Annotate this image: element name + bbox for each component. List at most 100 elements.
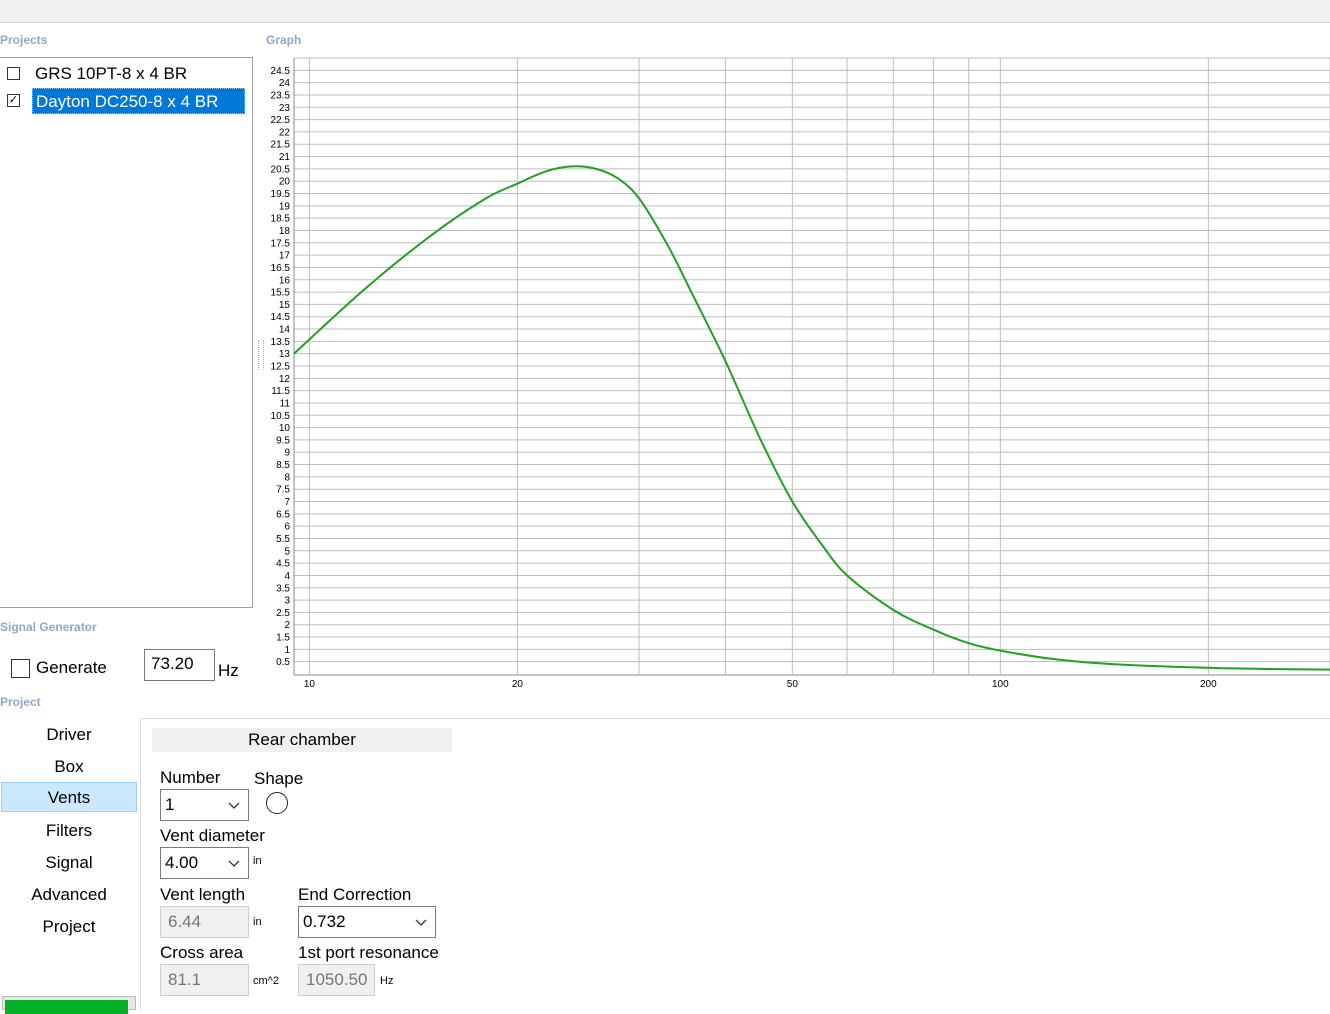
panel-divider: [140, 718, 1330, 719]
y-tick-label: 24: [279, 78, 291, 89]
y-tick-label: 5.5: [276, 534, 290, 545]
end-correction-value: 0.732: [303, 912, 346, 931]
y-tick-label: 12: [279, 374, 291, 385]
y-tick-label: 23: [279, 103, 291, 114]
y-tick-label: 4.5: [276, 559, 290, 570]
generate-label: Generate: [36, 658, 107, 677]
y-tick-label: 10.5: [271, 411, 291, 422]
generate-checkbox[interactable]: [11, 659, 30, 678]
nav-item-box[interactable]: Box: [1, 752, 137, 782]
y-tick-label: 2: [284, 620, 290, 631]
chevron-down-icon: [415, 919, 427, 926]
panel-divider: [140, 718, 141, 1010]
y-tick-label: 8: [284, 472, 290, 483]
y-tick-label: 11.5: [271, 386, 290, 397]
y-tick-label: 0.5: [276, 657, 290, 668]
vent-length-value: 6.44: [160, 906, 249, 938]
y-tick-label: 15.5: [271, 288, 291, 299]
y-tick-label: 6: [284, 522, 290, 533]
y-tick-label: 8.5: [276, 460, 290, 471]
project-item[interactable]: GRS 10PT-8 x 4 BR: [0, 61, 252, 87]
y-tick-label: 16: [279, 275, 291, 286]
vent-diameter-label: Vent diameter: [160, 826, 265, 845]
y-tick-label: 6.5: [276, 509, 290, 520]
y-tick-label: 10: [279, 423, 291, 434]
y-tick-label: 17.5: [271, 238, 291, 249]
shape-label: Shape: [254, 769, 304, 788]
y-tick-label: 1.5: [276, 633, 290, 644]
y-tick-label: 20: [279, 177, 291, 188]
project-checkbox[interactable]: [7, 67, 20, 80]
progress-bar: [2, 996, 136, 1014]
y-tick-label: 11: [280, 398, 291, 409]
y-tick-label: 13.5: [271, 337, 291, 348]
y-tick-label: 23.5: [271, 90, 291, 101]
vent-diameter-unit: in: [253, 855, 262, 867]
vent-length-label: Vent length: [160, 885, 246, 904]
y-tick-label: 20.5: [271, 164, 291, 175]
nav-item-filters[interactable]: Filters: [1, 816, 137, 846]
project-nav: Driver Box Vents Filters Signal Advanced…: [0, 718, 140, 1010]
y-tick-label: 15: [279, 300, 291, 311]
y-tick-label: 4: [284, 571, 290, 582]
project-checkbox[interactable]: ✓: [7, 94, 20, 107]
circle-shape-icon[interactable]: [266, 792, 288, 814]
y-tick-label: 7.5: [276, 485, 290, 496]
chamber-title: Rear chamber: [152, 728, 452, 752]
y-tick-label: 17: [279, 251, 291, 262]
vent-diameter-select[interactable]: 4.00: [160, 847, 249, 879]
y-tick-label: 22.5: [271, 115, 291, 126]
project-item[interactable]: ✓ Dayton DC250-8 x 4 BR: [0, 88, 252, 114]
chevron-down-icon: [228, 802, 240, 809]
y-tick-label: 14.5: [271, 312, 291, 323]
number-value: 1: [165, 795, 175, 814]
port-resonance-unit: Hz: [380, 975, 394, 987]
nav-item-signal[interactable]: Signal: [1, 848, 137, 878]
vent-diameter-value: 4.00: [165, 853, 199, 872]
end-correction-label: End Correction: [298, 885, 412, 904]
frequency-input[interactable]: 73.20: [144, 649, 215, 681]
y-tick-label: 21: [279, 152, 291, 163]
progress-fill: [5, 1000, 128, 1014]
y-tick-label: 22: [279, 127, 291, 138]
nav-item-advanced[interactable]: Advanced: [1, 880, 137, 910]
y-tick-label: 16.5: [271, 263, 291, 274]
y-tick-label: 21.5: [271, 140, 291, 151]
cross-area-value: 81.1: [160, 964, 249, 996]
y-tick-label: 9: [284, 448, 290, 459]
signal-generator-section-label: Signal Generator: [0, 620, 97, 634]
y-tick-label: 3: [284, 596, 290, 607]
nav-item-vents[interactable]: Vents: [1, 782, 137, 812]
y-tick-label: 14: [279, 325, 291, 336]
title-bar-strip: [0, 0, 1330, 23]
y-tick-label: 24.5: [271, 66, 291, 77]
y-tick-label: 5: [284, 546, 290, 557]
nav-item-project[interactable]: Project: [1, 912, 137, 942]
y-tick-label: 1: [284, 645, 290, 656]
frequency-unit: Hz: [218, 661, 239, 680]
nav-item-driver[interactable]: Driver: [1, 720, 137, 750]
graph-section-label: Graph: [266, 33, 302, 47]
y-tick-label: 12.5: [271, 362, 291, 373]
end-correction-select[interactable]: 0.732: [298, 906, 436, 938]
y-tick-label: 18: [279, 226, 291, 237]
y-tick-label: 2.5: [276, 608, 290, 619]
number-label: Number: [160, 768, 221, 787]
x-tick-label: 10: [304, 679, 316, 690]
number-select[interactable]: 1: [160, 789, 249, 821]
projects-section-label: Projects: [0, 33, 48, 47]
y-tick-label: 9.5: [276, 435, 290, 446]
y-tick-label: 18.5: [271, 214, 291, 225]
project-section-label: Project: [0, 695, 41, 709]
project-label-selected[interactable]: Dayton DC250-8 x 4 BR: [32, 88, 245, 114]
port-resonance-label: 1st port resonance: [298, 943, 439, 962]
chevron-down-icon: [228, 860, 240, 867]
x-tick-label: 50: [787, 679, 799, 690]
x-tick-label: 200: [1200, 679, 1217, 690]
response-curve: [293, 165, 1330, 671]
projects-list[interactable]: GRS 10PT-8 x 4 BR ✓ Dayton DC250-8 x 4 B…: [0, 57, 253, 608]
y-tick-label: 13: [279, 349, 291, 360]
cross-area-label: Cross area: [160, 943, 244, 962]
x-tick-label: 100: [992, 679, 1009, 690]
project-label[interactable]: GRS 10PT-8 x 4 BR: [32, 61, 190, 87]
